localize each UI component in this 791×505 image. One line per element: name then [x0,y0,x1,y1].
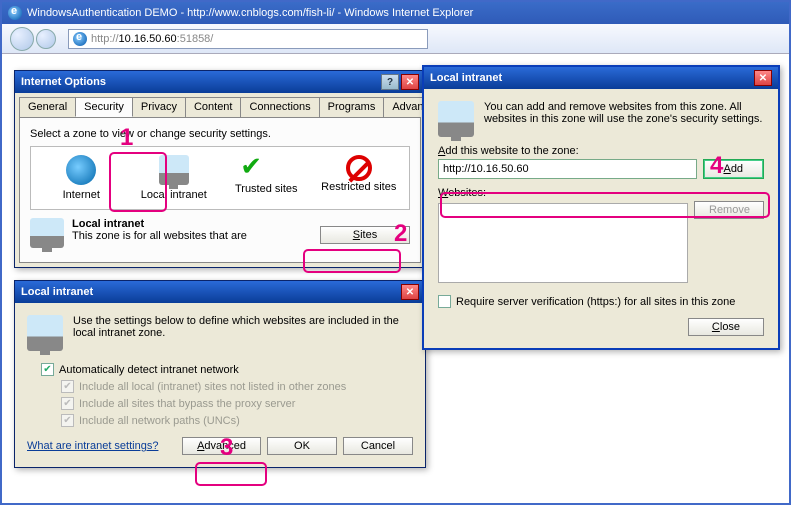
dialog-titlebar: Local intranet ✕ [424,67,778,89]
info-text: You can add and remove websites from thi… [484,101,764,137]
sites-button[interactable]: Sites [320,226,410,244]
help-button[interactable]: ? [381,74,399,90]
website-input[interactable] [438,159,697,179]
include-local-checkbox: ✔ [61,380,74,393]
dialog-title: Local intranet [21,286,93,298]
auto-detect-checkbox[interactable]: ✔ [41,363,54,376]
websites-listbox[interactable] [438,203,688,283]
tab-strip: General Security Privacy Content Connect… [15,93,425,117]
add-website-label: Add this website to the zone: [438,145,764,157]
zone-trusted[interactable]: Trusted sites [226,155,306,201]
zone-internet[interactable]: Internet [41,155,121,201]
require-https-checkbox[interactable] [438,295,451,308]
dialog-title: Local intranet [430,72,502,84]
include-local-label: Include all local (intranet) sites not l… [79,381,346,393]
close-icon[interactable]: ✕ [401,74,419,90]
include-unc-checkbox: ✔ [61,414,74,427]
monitor-icon [438,101,474,137]
zone-detail-desc: This zone is for all websites that are [72,230,247,242]
back-button[interactable] [10,27,34,51]
zone-local-intranet[interactable]: Local intranet [134,155,214,201]
ok-button[interactable]: OK [267,437,337,455]
address-bar[interactable]: http://10.16.50.60:51858/ [68,29,428,49]
ie-icon [8,6,22,20]
monitor-icon [159,155,189,185]
tab-connections[interactable]: Connections [240,97,319,117]
cancel-button[interactable]: Cancel [343,437,413,455]
browser-toolbar: http://10.16.50.60:51858/ [2,24,789,54]
dialog-titlebar: Internet Options ? ✕ [15,71,425,93]
websites-label: Websites: [438,187,764,199]
include-proxy-label: Include all sites that bypass the proxy … [79,398,295,410]
close-icon[interactable]: ✕ [401,284,419,300]
close-icon[interactable]: ✕ [754,70,772,86]
remove-button: Remove [694,201,764,219]
monitor-icon [27,315,63,351]
zone-detail-title: Local intranet [72,218,144,230]
security-tab-body: Select a zone to view or change security… [19,117,421,263]
local-intranet-settings-dialog: Local intranet ✕ Use the settings below … [14,280,426,468]
check-icon [226,155,254,183]
zone-restricted[interactable]: Restricted sites [319,155,399,201]
browser-titlebar: WindowsAuthentication DEMO - http://www.… [2,2,789,24]
close-button[interactable]: Close [688,318,764,336]
tab-content[interactable]: Content [185,97,242,117]
advanced-button[interactable]: Advanced [182,437,261,455]
tab-security[interactable]: Security [75,97,133,117]
zone-list: Internet Local intranet Trusted sites Re… [30,146,410,210]
include-proxy-checkbox: ✔ [61,397,74,410]
globe-icon [66,155,96,185]
tab-programs[interactable]: Programs [319,97,385,117]
dialog-title: Internet Options [21,76,106,88]
dialog-titlebar: Local intranet ✕ [15,281,425,303]
tab-privacy[interactable]: Privacy [132,97,186,117]
auto-detect-label: Automatically detect intranet network [59,364,239,376]
forbid-icon [346,155,372,181]
browser-title: WindowsAuthentication DEMO - http://www.… [27,7,473,19]
include-unc-label: Include all network paths (UNCs) [79,415,240,427]
forward-button[interactable] [36,29,56,49]
page-icon [73,32,87,46]
address-text: http://10.16.50.60:51858/ [91,33,213,45]
tab-general[interactable]: General [19,97,76,117]
require-https-label: Require server verification (https:) for… [456,296,735,308]
select-zone-label: Select a zone to view or change security… [30,128,410,140]
monitor-icon [30,218,64,248]
add-button[interactable]: Add [703,159,764,179]
intranet-settings-link[interactable]: What are intranet settings? [27,440,158,452]
local-intranet-add-dialog: Local intranet ✕ You can add and remove … [422,65,780,350]
internet-options-dialog: Internet Options ? ✕ General Security Pr… [14,70,426,268]
info-text: Use the settings below to define which w… [73,315,413,351]
